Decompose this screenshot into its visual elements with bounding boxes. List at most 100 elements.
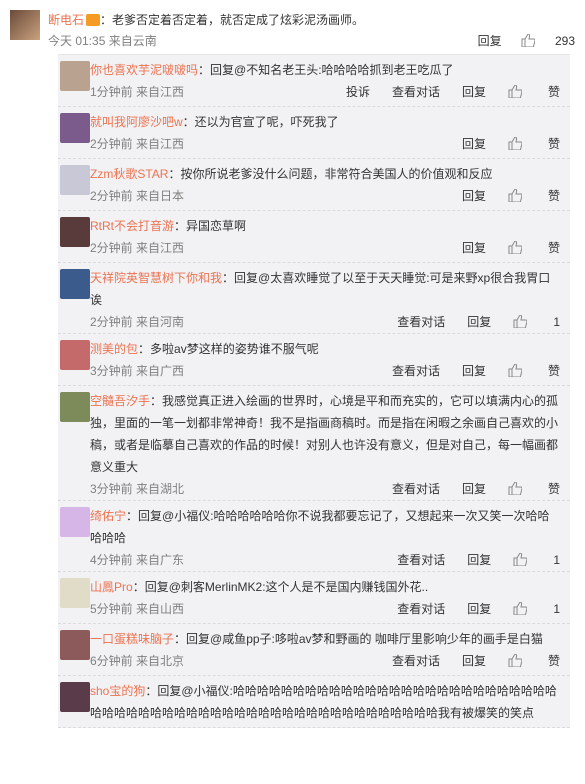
avatar[interactable] bbox=[60, 340, 90, 370]
thumb-up-icon bbox=[521, 34, 535, 47]
reply-button[interactable]: 回复 bbox=[462, 654, 486, 668]
like-button[interactable]: 1 bbox=[513, 553, 560, 567]
like-count: 1 bbox=[553, 602, 560, 616]
reply-source: 来自湖北 bbox=[136, 482, 185, 496]
reply-text: ：异国恋草啊 bbox=[174, 219, 247, 233]
reply-button[interactable]: 回复 bbox=[462, 364, 486, 378]
avatar[interactable] bbox=[60, 682, 90, 712]
reply-source: 来自山西 bbox=[136, 602, 185, 616]
reply-username[interactable]: 山鳳Pro bbox=[90, 580, 133, 594]
reply-button[interactable]: 回复 bbox=[462, 189, 486, 203]
avatar[interactable] bbox=[60, 392, 90, 422]
reply-time: 2分钟前 bbox=[90, 189, 137, 203]
like-count: 赞 bbox=[547, 85, 560, 99]
avatar[interactable] bbox=[60, 113, 90, 143]
reply-button[interactable]: 回复 bbox=[462, 241, 486, 255]
reply-source: 来自北京 bbox=[136, 654, 185, 668]
avatar[interactable] bbox=[60, 578, 90, 608]
reply-button[interactable]: 回复 bbox=[462, 85, 486, 99]
avatar[interactable] bbox=[60, 61, 90, 91]
reply-text: ：按你所说老爹没什么问题，非常符合美国人的价值观和反应 bbox=[168, 167, 493, 181]
like-button[interactable]: 赞 bbox=[508, 241, 560, 255]
like-button[interactable]: 赞 bbox=[508, 137, 560, 151]
reply-text: ：多啦av梦这样的姿势谁不服气呢 bbox=[138, 342, 319, 356]
reply-item: 天祥院英智慧树下你和我：回复@太喜欢睡觉了以至于天天睡觉:可是来野xp很合我胃口… bbox=[58, 263, 570, 334]
like-count: 1 bbox=[553, 315, 560, 329]
reply-text: ：我感觉真正进入绘画的世界时，心境是平和而充实的，它可以填满内心的孤独，里面的一… bbox=[90, 394, 559, 474]
reply-item: 你也喜欢芋泥啵啵吗：回复@不知名老王头:哈哈哈哈抓到老王吃瓜了 1分钟前 来自江西… bbox=[58, 55, 570, 107]
reply-source: 来自日本 bbox=[136, 189, 185, 203]
view-dialog-button[interactable]: 查看对话 bbox=[397, 315, 445, 329]
like-button[interactable]: 赞 bbox=[508, 482, 560, 496]
reply-username[interactable]: 空髓吾汐手 bbox=[90, 394, 150, 408]
reply-username[interactable]: sho宝的狗 bbox=[90, 684, 145, 698]
reply-item: 就叫我阿廖沙吧w：还以为官宣了呢，吓死我了 2分钟前 来自江西 回复 赞 bbox=[58, 107, 570, 159]
report-button[interactable]: 投诉 bbox=[346, 85, 370, 99]
view-dialog-button[interactable]: 查看对话 bbox=[392, 482, 440, 496]
reply-username[interactable]: RtRt不会打音游 bbox=[90, 219, 174, 233]
like-button[interactable]: 赞 bbox=[508, 189, 560, 203]
reply-button[interactable]: 回复 bbox=[462, 137, 486, 151]
reply-text: ：回复@小福仪:哈哈哈哈哈哈哈哈哈哈哈哈哈哈哈哈哈哈哈哈哈哈哈哈哈哈哈哈哈哈哈哈… bbox=[90, 684, 557, 720]
reply-time: 3分钟前 bbox=[90, 482, 137, 496]
reply-username[interactable]: 就叫我阿廖沙吧w bbox=[90, 115, 183, 129]
avatar[interactable] bbox=[60, 507, 90, 537]
like-button[interactable]: 赞 bbox=[508, 364, 560, 378]
reply-time: 4分钟前 bbox=[90, 553, 137, 567]
reply-time: 3分钟前 bbox=[90, 364, 137, 378]
reply-source: 来自河南 bbox=[136, 315, 185, 329]
thumb-up-icon bbox=[508, 137, 522, 150]
reply-username[interactable]: 天祥院英智慧树下你和我 bbox=[90, 271, 222, 285]
reply-time: 2分钟前 bbox=[90, 241, 137, 255]
reply-item: Zzm秋歌STAR：按你所说老爹没什么问题，非常符合美国人的价值观和反应 2分钟前… bbox=[58, 159, 570, 211]
reply-username[interactable]: 一口蛋糕味脑子 bbox=[90, 632, 174, 646]
vip-badge-icon bbox=[86, 14, 101, 26]
view-dialog-button[interactable]: 查看对话 bbox=[392, 85, 440, 99]
view-dialog-button[interactable]: 查看对话 bbox=[392, 654, 440, 668]
reply-source: 来自江西 bbox=[136, 241, 185, 255]
reply-username[interactable]: Zzm秋歌STAR bbox=[90, 167, 168, 181]
avatar[interactable] bbox=[60, 217, 90, 247]
view-dialog-button[interactable]: 查看对话 bbox=[397, 553, 445, 567]
reply-username[interactable]: 你也喜欢芋泥啵啵吗 bbox=[90, 63, 198, 77]
reply-button[interactable]: 回复 bbox=[478, 34, 502, 48]
main-comment: 断电石 ：老爹否定着否定着，就否定成了炫彩泥汤画师。 今天 01:35 来自云南 … bbox=[0, 0, 585, 54]
reply-time: 2分钟前 bbox=[90, 315, 137, 329]
thumb-up-icon bbox=[508, 85, 522, 98]
thumb-up-icon bbox=[508, 482, 522, 495]
reply-time: 2分钟前 bbox=[90, 137, 137, 151]
like-button[interactable]: 293 bbox=[521, 34, 575, 48]
avatar[interactable] bbox=[60, 165, 90, 195]
comment-source: 来自云南 bbox=[108, 34, 157, 48]
view-dialog-button[interactable]: 查看对话 bbox=[392, 364, 440, 378]
like-count: 赞 bbox=[547, 137, 560, 151]
reply-username[interactable]: 测美的包 bbox=[90, 342, 138, 356]
reply-item: 山鳳Pro：回复@刺客MerlinMK2:这个人是不是国内赚钱国外花.. 5分钟前… bbox=[58, 572, 570, 624]
like-count: 赞 bbox=[547, 482, 560, 496]
reply-username[interactable]: 绮佑宁 bbox=[90, 509, 126, 523]
reply-button[interactable]: 回复 bbox=[462, 482, 486, 496]
reply-button[interactable]: 回复 bbox=[467, 602, 491, 616]
comment-username[interactable]: 断电石 bbox=[48, 13, 84, 27]
like-count: 赞 bbox=[547, 654, 560, 668]
like-count: 293 bbox=[554, 34, 575, 48]
view-dialog-button[interactable]: 查看对话 bbox=[397, 602, 445, 616]
avatar[interactable] bbox=[10, 10, 40, 40]
like-button[interactable]: 赞 bbox=[508, 654, 560, 668]
thumb-up-icon bbox=[508, 654, 522, 667]
like-button[interactable]: 赞 bbox=[508, 85, 560, 99]
avatar[interactable] bbox=[60, 269, 90, 299]
reply-text: ：回复@不知名老王头:哈哈哈哈抓到老王吃瓜了 bbox=[198, 63, 454, 77]
reply-button[interactable]: 回复 bbox=[467, 315, 491, 329]
like-count: 赞 bbox=[547, 241, 560, 255]
thumb-up-icon bbox=[508, 241, 522, 254]
reply-item: RtRt不会打音游：异国恋草啊 2分钟前 来自江西 回复 赞 bbox=[58, 211, 570, 263]
reply-button[interactable]: 回复 bbox=[467, 553, 491, 567]
like-button[interactable]: 1 bbox=[513, 315, 560, 329]
thumb-up-icon bbox=[508, 189, 522, 202]
like-button[interactable]: 1 bbox=[513, 602, 560, 616]
thumb-up-icon bbox=[513, 315, 528, 328]
avatar[interactable] bbox=[60, 630, 90, 660]
like-count: 赞 bbox=[547, 364, 560, 378]
thumb-up-icon bbox=[508, 364, 522, 377]
